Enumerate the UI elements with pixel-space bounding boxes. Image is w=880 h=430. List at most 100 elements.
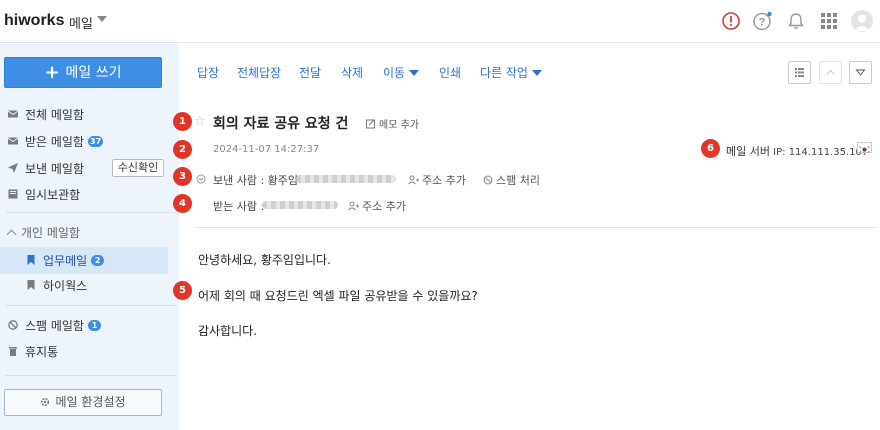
sender-label: 보낸 사람 : 황주임 bbox=[213, 174, 299, 187]
sidebar-item-label: 보낸 메일함 bbox=[25, 161, 85, 176]
memo-icon bbox=[366, 119, 375, 129]
sidebar-item-label: 업무메일 bbox=[43, 253, 88, 268]
logo[interactable]: hiworks bbox=[4, 12, 64, 30]
delete-button[interactable]: 삭제 bbox=[341, 64, 363, 81]
personal-mailbox-group-toggle[interactable]: 개인 메일함 bbox=[6, 224, 81, 241]
sidebar-divider bbox=[6, 212, 176, 213]
annotation-marker: 3 bbox=[173, 167, 192, 186]
unread-count-badge: 37 bbox=[88, 135, 104, 147]
annotation-marker: 2 bbox=[173, 140, 192, 159]
spam-report-button[interactable]: 스팸 처리 bbox=[483, 172, 540, 188]
mail-date: 2024-11-07 14:27:37 bbox=[213, 144, 320, 155]
flag-icon bbox=[857, 142, 872, 153]
compose-label: 메일 쓰기 bbox=[65, 65, 122, 81]
previous-mail-button[interactable] bbox=[819, 61, 842, 84]
sidebar-item-label: 임시보관함 bbox=[25, 187, 81, 202]
user-icon bbox=[854, 14, 870, 31]
mail-icon bbox=[8, 137, 18, 145]
annotation-marker: 6 bbox=[701, 139, 720, 158]
reply-button[interactable]: 답장 bbox=[197, 64, 219, 81]
add-user-icon bbox=[348, 201, 359, 211]
print-button[interactable]: 인쇄 bbox=[439, 64, 461, 81]
plus-icon: + bbox=[44, 62, 60, 83]
drafts-icon bbox=[8, 189, 18, 199]
block-icon bbox=[483, 175, 493, 185]
korea-flag-icon bbox=[859, 146, 870, 153]
forward-button[interactable]: 전달 bbox=[299, 64, 321, 81]
send-icon bbox=[8, 163, 18, 173]
unread-count-badge: 2 bbox=[91, 254, 105, 266]
move-dropdown[interactable]: 이동 bbox=[383, 64, 420, 81]
sidebar-item-label: 휴지통 bbox=[25, 344, 59, 359]
memo-label: 메모 추가 bbox=[379, 120, 419, 131]
sidebar-item-label: 받은 메일함 bbox=[25, 134, 85, 149]
spam-label: 스팸 처리 bbox=[496, 174, 540, 187]
mail-body-line: 감사합니다. bbox=[198, 324, 258, 338]
trash-icon bbox=[9, 347, 17, 356]
apps-grid-icon[interactable] bbox=[819, 11, 839, 31]
sidebar-item-drafts[interactable]: 임시보관함 bbox=[8, 184, 80, 204]
add-memo-button[interactable]: 메모 추가 bbox=[366, 116, 419, 131]
add-recipient-contact-button[interactable]: 주소 추가 bbox=[348, 198, 406, 214]
list-view-button[interactable] bbox=[788, 61, 811, 84]
settings-label: 메일 환경설정 bbox=[55, 395, 126, 409]
chevron-down-icon bbox=[531, 70, 542, 76]
add-contact-label: 주소 추가 bbox=[422, 174, 466, 187]
group-label: 개인 메일함 bbox=[21, 226, 81, 240]
alert-icon[interactable] bbox=[721, 11, 741, 31]
sidebar-divider bbox=[6, 305, 176, 306]
annotation-marker: 1 bbox=[173, 112, 192, 131]
add-sender-contact-button[interactable]: 주소 추가 bbox=[408, 172, 466, 188]
header-divider bbox=[196, 227, 876, 228]
recipient-email-redacted bbox=[262, 201, 338, 209]
annotation-marker: 4 bbox=[173, 194, 192, 213]
move-label: 이동 bbox=[383, 66, 406, 80]
mail-body-line: 안녕하세요, 황주임입니다. bbox=[198, 253, 331, 267]
bookmark-icon bbox=[27, 280, 35, 290]
chevron-down-icon bbox=[409, 70, 420, 76]
recipient-label: 받는 사람 : bbox=[213, 200, 265, 213]
mailbox-icon bbox=[8, 110, 18, 118]
compose-button[interactable]: + 메일 쓰기 bbox=[4, 57, 162, 88]
help-icon[interactable]: ? bbox=[752, 11, 772, 31]
chevron-up-icon bbox=[826, 69, 835, 75]
sidebar-item-work[interactable]: 업무메일 2 bbox=[26, 250, 105, 270]
mail-server-info: 메일 서버 IP: 114.111.35.107 bbox=[726, 143, 868, 159]
expand-sender-icon[interactable] bbox=[196, 174, 206, 184]
next-mail-button[interactable] bbox=[849, 61, 872, 84]
svg-text:?: ? bbox=[759, 17, 766, 29]
add-contact-label: 주소 추가 bbox=[362, 200, 406, 213]
mail-subject: 회의 자료 공유 요청 건 bbox=[213, 116, 349, 132]
reply-all-button[interactable]: 전체답장 bbox=[237, 64, 281, 81]
annotation-marker: 5 bbox=[173, 281, 192, 300]
sidebar-item-all-mail[interactable]: 전체 메일함 bbox=[8, 104, 84, 124]
sidebar-item-sent[interactable]: 보낸 메일함 bbox=[8, 158, 84, 178]
sender-email-redacted bbox=[296, 175, 396, 183]
gear-icon bbox=[41, 397, 50, 407]
top-bar: hiworks 메일 ? bbox=[0, 0, 880, 43]
app-switcher-label[interactable]: 메일 bbox=[69, 13, 93, 32]
avatar[interactable] bbox=[851, 10, 873, 32]
read-receipt-button[interactable]: 수신확인 bbox=[112, 159, 164, 177]
list-icon bbox=[795, 68, 804, 77]
sidebar: + 메일 쓰기 전체 메일함 받은 메일함 37 보낸 메일함 수신확인 임시보관… bbox=[0, 44, 179, 430]
star-icon[interactable]: ☆ bbox=[194, 114, 206, 129]
mail-settings-button[interactable]: 메일 환경설정 bbox=[4, 389, 162, 416]
sidebar-item-inbox[interactable]: 받은 메일함 37 bbox=[8, 131, 104, 151]
chevron-down-icon[interactable] bbox=[97, 16, 107, 22]
sidebar-item-trash[interactable]: 휴지통 bbox=[8, 341, 58, 361]
sidebar-item-label: 하이웍스 bbox=[43, 278, 88, 293]
more-actions-dropdown[interactable]: 다른 작업 bbox=[480, 64, 542, 81]
sidebar-item-label: 스팸 메일함 bbox=[25, 318, 85, 333]
sidebar-item-label: 전체 메일함 bbox=[25, 107, 85, 122]
server-ip: IP: 114.111.35.107 bbox=[773, 147, 869, 158]
sidebar-item-spam[interactable]: 스팸 메일함 1 bbox=[8, 315, 102, 335]
bell-icon[interactable] bbox=[786, 11, 806, 31]
unread-count-badge: 1 bbox=[88, 319, 102, 331]
more-actions-label: 다른 작업 bbox=[480, 66, 528, 80]
mail-body-line: 어제 회의 때 요청드린 엑셀 파일 공유받을 수 있을까요? bbox=[198, 289, 478, 303]
sidebar-item-hiworks[interactable]: 하이웍스 bbox=[26, 275, 87, 295]
server-label: 메일 서버 bbox=[726, 145, 770, 158]
block-icon bbox=[8, 320, 18, 330]
sidebar-divider bbox=[6, 375, 176, 376]
